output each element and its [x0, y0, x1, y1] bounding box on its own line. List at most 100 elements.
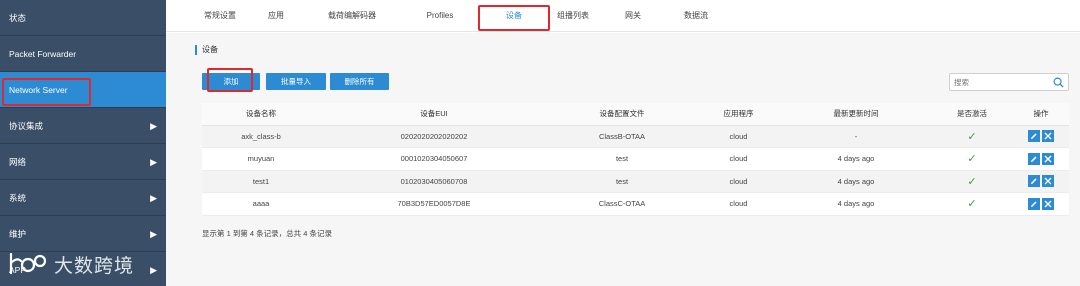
cell-device-name: muyuan	[202, 147, 320, 171]
cell-application: cloud	[696, 125, 781, 148]
cell-last-updated: 4 days ago	[781, 192, 931, 216]
table-row[interactable]: axk_class-b 0202020202020202 ClassB-OTAA…	[202, 125, 1069, 148]
delete-button[interactable]	[1042, 130, 1054, 143]
column-header[interactable]: 设备EUI	[320, 103, 548, 126]
sidebar-item-label: Network Server	[9, 85, 68, 95]
cell-actions	[1013, 125, 1069, 148]
tab-gateways[interactable]: 网关	[618, 0, 648, 32]
tab-devices-label: 设备	[506, 11, 522, 20]
pencil-icon	[1031, 133, 1037, 140]
pagination-summary: 显示第 1 到第 4 条记录，总共 4 条记录	[202, 229, 333, 238]
chevron-right-icon: ▶	[150, 265, 157, 275]
cell-device-eui: 0102030405060708	[320, 170, 548, 193]
sidebar-item-label: APP	[9, 265, 27, 275]
close-icon	[1044, 132, 1052, 140]
cell-device-name: test1	[202, 170, 320, 193]
cell-application: cloud	[696, 192, 781, 216]
cell-active: ✓	[931, 125, 1013, 148]
sidebar-item-label: 系统	[9, 193, 27, 203]
column-header[interactable]: 设备名称	[202, 103, 320, 126]
delete-all-button[interactable]: 删除所有	[330, 73, 389, 90]
sidebar-item-network[interactable]: 网络 ▶	[0, 144, 166, 180]
edit-button[interactable]	[1028, 197, 1040, 210]
close-icon	[1044, 177, 1052, 185]
delete-button[interactable]	[1042, 175, 1054, 188]
sidebar-item-label: 协议集成	[9, 121, 44, 131]
delete-button[interactable]	[1042, 197, 1054, 210]
sidebar-item-label: 维护	[9, 229, 27, 239]
cell-device-profile: ClassC-OTAA	[548, 192, 696, 216]
close-icon	[1044, 155, 1052, 163]
check-icon: ✓	[967, 175, 977, 188]
pencil-icon	[1031, 156, 1037, 162]
cell-application: cloud	[696, 147, 781, 171]
cell-active: ✓	[931, 170, 1013, 193]
tab-payload-codec[interactable]: 载荷编解码器	[318, 0, 386, 32]
sidebar-item-protocol-integration[interactable]: 协议集成 ▶	[0, 108, 166, 144]
bulk-import-button[interactable]: 批量导入	[266, 73, 326, 90]
cell-device-eui: 70B3D57ED0057D8E	[320, 192, 548, 216]
cell-device-name: aaaa	[202, 192, 320, 216]
search-input[interactable]	[954, 75, 1050, 89]
main-content: 设备 添加 批量导入 删除所有 设备名称 设备EUI 设备配置文件 应用程序 最…	[166, 33, 1080, 286]
cell-active: ✓	[931, 147, 1013, 171]
cell-active: ✓	[931, 192, 1013, 216]
cell-device-eui: 0001020304050607	[320, 147, 548, 171]
sidebar-item-label: 网络	[9, 157, 27, 167]
column-header[interactable]: 应用程序	[696, 103, 781, 126]
edit-button[interactable]	[1028, 130, 1040, 143]
cell-actions	[1013, 192, 1069, 216]
sidebar-item-label: Packet Forwarder	[9, 49, 77, 59]
sidebar-item-maintenance[interactable]: 维护 ▶	[0, 216, 166, 252]
cell-device-profile: ClassB-OTAA	[548, 125, 696, 148]
table-row[interactable]: muyuan 0001020304050607 test cloud 4 day…	[202, 147, 1069, 171]
chevron-right-icon: ▶	[150, 157, 157, 167]
cell-last-updated: 4 days ago	[781, 147, 931, 171]
sidebar-item-system[interactable]: 系统 ▶	[0, 180, 166, 216]
tab-bar: 常规设置 应用 载荷编解码器 Profiles 设备 组播列表 网关 数据流	[166, 0, 1080, 32]
tab-general-settings[interactable]: 常规设置	[198, 0, 242, 32]
check-icon: ✓	[967, 130, 977, 143]
search-box	[949, 73, 1069, 91]
tab-applications[interactable]: 应用	[261, 0, 291, 32]
add-button[interactable]: 添加	[202, 73, 260, 90]
tab-profiles[interactable]: Profiles	[418, 0, 462, 32]
cell-last-updated: 4 days ago	[781, 170, 931, 193]
tab-devices[interactable]: 设备	[478, 0, 550, 32]
table-row[interactable]: aaaa 70B3D57ED0057D8E ClassC-OTAA cloud …	[202, 192, 1069, 216]
cell-device-profile: test	[548, 147, 696, 171]
column-header[interactable]: 设备配置文件	[548, 103, 696, 126]
table-header-row: 设备名称 设备EUI 设备配置文件 应用程序 最新更新时间 是否激活 操作	[202, 103, 1069, 126]
pencil-icon	[1031, 178, 1037, 185]
chevron-right-icon: ▶	[150, 193, 157, 203]
edit-button[interactable]	[1028, 175, 1040, 188]
close-icon	[1044, 200, 1052, 208]
tab-multicast-list[interactable]: 组播列表	[548, 0, 598, 32]
cell-last-updated: -	[781, 125, 931, 148]
cell-device-name: axk_class-b	[202, 125, 320, 148]
chevron-right-icon: ▶	[150, 121, 157, 131]
search-icon[interactable]	[1053, 77, 1064, 88]
sidebar-item-status[interactable]: 状态	[0, 0, 166, 36]
cell-device-eui: 0202020202020202	[320, 125, 548, 148]
cell-actions	[1013, 147, 1069, 171]
cell-application: cloud	[696, 170, 781, 193]
sidebar-item-packet-forwarder[interactable]: Packet Forwarder	[0, 36, 166, 72]
column-header[interactable]: 最新更新时间	[781, 103, 931, 126]
sidebar-item-app[interactable]: APP ▶	[0, 252, 166, 286]
table-row[interactable]: test1 0102030405060708 test cloud 4 days…	[202, 170, 1069, 193]
chevron-right-icon: ▶	[150, 229, 157, 239]
sidebar: 状态 Packet Forwarder Network Server 协议集成 ▶…	[0, 0, 166, 286]
cell-actions	[1013, 170, 1069, 193]
pencil-icon	[1031, 201, 1037, 207]
check-icon: ✓	[967, 153, 977, 166]
column-header: 操作	[1013, 103, 1069, 126]
tab-data-flow[interactable]: 数据流	[676, 0, 716, 32]
edit-button[interactable]	[1028, 152, 1040, 165]
delete-button[interactable]	[1042, 152, 1054, 165]
sidebar-item-network-server[interactable]: Network Server	[0, 72, 166, 108]
column-header[interactable]: 是否激活	[931, 103, 1013, 126]
section-title: 设备	[195, 45, 218, 55]
sidebar-item-label: 状态	[9, 13, 27, 23]
check-icon: ✓	[967, 198, 977, 211]
